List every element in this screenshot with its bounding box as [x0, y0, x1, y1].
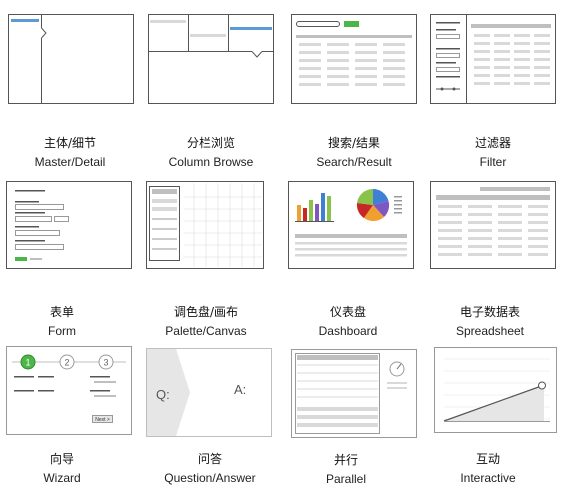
- filter-icon: [430, 14, 556, 104]
- caption-en: Filter: [479, 155, 507, 169]
- palette-canvas-icon: [146, 181, 264, 269]
- caption-zh: 分栏浏览: [186, 136, 235, 150]
- caption-zh: 并行: [333, 453, 358, 467]
- tile-question-answer: Q: A:: [146, 348, 272, 437]
- caption-parallel: 并行 Parallel: [276, 453, 416, 487]
- wizard-icon: 1 2 3 Next >: [6, 346, 132, 435]
- tile-interactive: [434, 347, 557, 433]
- tile-parallel: [291, 349, 417, 438]
- caption-zh: 向导: [49, 452, 74, 466]
- caption-master-detail: 主体/细节 Master/Detail: [0, 136, 140, 170]
- search-result-icon: [291, 14, 417, 104]
- caption-spreadsheet: 电子数据表 Spreadsheet: [420, 305, 560, 339]
- form-icon: [6, 181, 132, 269]
- caption-en: Column Browse: [168, 155, 254, 169]
- tile-palette-canvas: [146, 181, 264, 269]
- caption-en: Dashboard: [318, 324, 378, 338]
- caption-en: Search/Result: [316, 155, 392, 169]
- spreadsheet-icon: [430, 181, 556, 269]
- caption-form: 表单 Form: [0, 305, 132, 339]
- wizard-step-1-label: 1: [25, 358, 30, 368]
- master-detail-icon: [8, 14, 134, 104]
- caption-palette-canvas: 调色盘/画布 Palette/Canvas: [136, 305, 276, 339]
- caption-en: Parallel: [325, 472, 367, 486]
- caption-filter: 过滤器 Filter: [423, 136, 563, 170]
- caption-zh: 搜索/结果: [327, 136, 381, 150]
- question-label: Q:: [156, 387, 170, 402]
- caption-question-answer: 问答 Question/Answer: [140, 452, 280, 486]
- caption-en: Interactive: [460, 471, 516, 485]
- caption-zh: 调色盘/画布: [173, 305, 239, 319]
- caption-zh: 过滤器: [474, 136, 511, 150]
- interactive-icon: [434, 347, 557, 433]
- column-browse-icon: [148, 14, 274, 104]
- caption-zh: 表单: [49, 305, 74, 319]
- tile-wizard: 1 2 3 Next >: [6, 346, 132, 435]
- caption-en: Palette/Canvas: [165, 324, 247, 338]
- caption-zh: 电子数据表: [459, 305, 520, 319]
- caption-zh: 主体/细节: [43, 136, 97, 150]
- question-answer-icon: Q: A:: [146, 348, 272, 437]
- caption-search-result: 搜索/结果 Search/Result: [284, 136, 424, 170]
- tile-spreadsheet: [430, 181, 556, 269]
- caption-zh: 互动: [475, 452, 500, 466]
- tile-search-result: [291, 14, 417, 104]
- wizard-next-label: Next >: [95, 417, 110, 423]
- tile-master-detail: [8, 14, 134, 104]
- caption-dashboard: 仪表盘 Dashboard: [278, 305, 418, 339]
- caption-en: Wizard: [43, 471, 81, 485]
- answer-label: A:: [234, 382, 246, 397]
- caption-en: Form: [48, 324, 76, 338]
- parallel-icon: [291, 349, 417, 438]
- caption-en: Question/Answer: [164, 471, 256, 485]
- tile-filter: [430, 14, 556, 104]
- tile-dashboard: [288, 181, 414, 269]
- tile-form: [6, 181, 132, 269]
- tile-column-browse: [148, 14, 274, 104]
- caption-interactive: 互动 Interactive: [418, 452, 558, 486]
- caption-zh: 仪表盘: [329, 305, 366, 319]
- dashboard-icon: [288, 181, 414, 269]
- wizard-step-2-label: 2: [64, 358, 69, 368]
- caption-en: Spreadsheet: [455, 324, 525, 338]
- caption-zh: 问答: [197, 452, 222, 466]
- wizard-step-3-label: 3: [103, 358, 108, 368]
- caption-en: Master/Detail: [34, 155, 106, 169]
- caption-column-browse: 分栏浏览 Column Browse: [141, 136, 281, 170]
- caption-wizard: 向导 Wizard: [0, 452, 132, 486]
